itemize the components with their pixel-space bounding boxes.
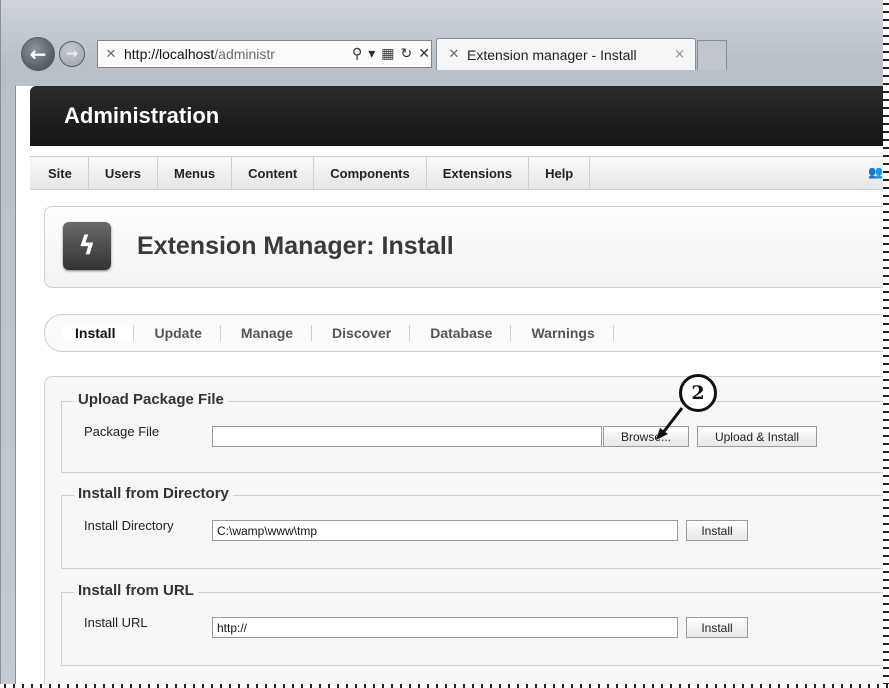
tab-favicon-icon: ✕ [448, 47, 460, 62]
package-file-input[interactable] [212, 426, 602, 447]
menu-item-help[interactable]: Help [529, 157, 591, 189]
admin-title: Administration [64, 103, 220, 128]
tab-update[interactable]: Update [134, 325, 221, 341]
new-tab-button[interactable] [697, 40, 727, 70]
tab-warnings[interactable]: Warnings [511, 325, 614, 341]
forward-arrow-icon: → [66, 46, 78, 62]
install-directory-label: Install Directory [84, 518, 174, 533]
package-file-label: Package File [84, 424, 160, 439]
main-menu: Site Users Menus Content Components Exte… [30, 156, 889, 190]
install-url-fieldset: Install from URL Install URL Install [61, 582, 889, 666]
compat-view-icon[interactable]: ▦ [381, 46, 394, 62]
install-panel: Upload Package File Package File Browse.… [44, 376, 889, 688]
menu-item-site[interactable]: Site [30, 157, 89, 189]
upload-install-button[interactable]: Upload & Install [697, 426, 817, 447]
admin-header: Administration [30, 86, 889, 146]
url-host: http://localhost [124, 46, 215, 62]
torn-edge-decoration [883, 0, 889, 688]
menu-item-content[interactable]: Content [232, 157, 315, 189]
lightning-icon: ϟ [78, 231, 96, 261]
install-url-input[interactable] [212, 617, 678, 638]
url-path: /administr [214, 46, 275, 62]
search-icon[interactable]: ⚲ [352, 46, 362, 62]
title-panel: ϟ Extension Manager: Install [44, 206, 889, 288]
install-url-legend: Install from URL [74, 582, 198, 599]
install-url-label: Install URL [84, 615, 148, 630]
tab-close-icon[interactable]: × [674, 47, 685, 62]
refresh-icon[interactable]: ↻ [401, 46, 413, 62]
browser-window: ← → ✕ http://localhost/administr ⚲ ▾ ▦ ↻… [0, 0, 889, 688]
back-button[interactable]: ← [21, 37, 55, 71]
menu-item-users[interactable]: Users [89, 157, 158, 189]
install-directory-fieldset: Install from Directory Install Directory… [61, 485, 889, 569]
users-icon: 👥 [868, 165, 884, 179]
tab-manage[interactable]: Manage [221, 325, 313, 341]
address-bar[interactable]: ✕ http://localhost/administr ⚲ ▾ ▦ ↻ ✕ [97, 40, 432, 68]
tab-title: Extension manager - Install [467, 46, 637, 63]
browser-chrome: ← → ✕ http://localhost/administr ⚲ ▾ ▦ ↻… [1, 0, 889, 86]
install-directory-legend: Install from Directory [74, 485, 233, 502]
menu-item-menus[interactable]: Menus [158, 157, 233, 189]
tab-discover[interactable]: Discover [312, 325, 411, 341]
submenu: Install Update Manage Discover Database … [44, 314, 889, 352]
back-arrow-icon: ← [29, 42, 47, 66]
page-content: Administration Site Users Menus Content … [15, 86, 889, 688]
callout-pointer [656, 407, 684, 440]
install-directory-input[interactable] [212, 520, 678, 541]
install-directory-button[interactable]: Install [686, 520, 748, 541]
site-favicon-icon: ✕ [105, 46, 117, 62]
forward-button[interactable]: → [59, 41, 85, 67]
dropdown-icon[interactable]: ▾ [368, 46, 375, 62]
tab-install[interactable]: Install [63, 325, 135, 341]
address-bar-icons: ⚲ ▾ ▦ ↻ ✕ [352, 46, 430, 62]
url-text[interactable]: http://localhost/administr [124, 46, 346, 62]
upload-package-legend: Upload Package File [74, 391, 228, 408]
install-url-button[interactable]: Install [686, 617, 748, 638]
tab-database[interactable]: Database [410, 325, 512, 341]
browser-tab[interactable]: ✕ Extension manager - Install × [436, 38, 696, 70]
page-title: Extension Manager: Install [137, 232, 454, 260]
extension-manager-icon: ϟ [63, 222, 111, 270]
menu-item-components[interactable]: Components [314, 157, 427, 189]
torn-bottom-decoration [0, 684, 889, 688]
stop-icon[interactable]: ✕ [418, 46, 430, 62]
upload-package-fieldset: Upload Package File Package File Browse.… [61, 391, 889, 473]
menu-item-extensions[interactable]: Extensions [427, 157, 530, 189]
